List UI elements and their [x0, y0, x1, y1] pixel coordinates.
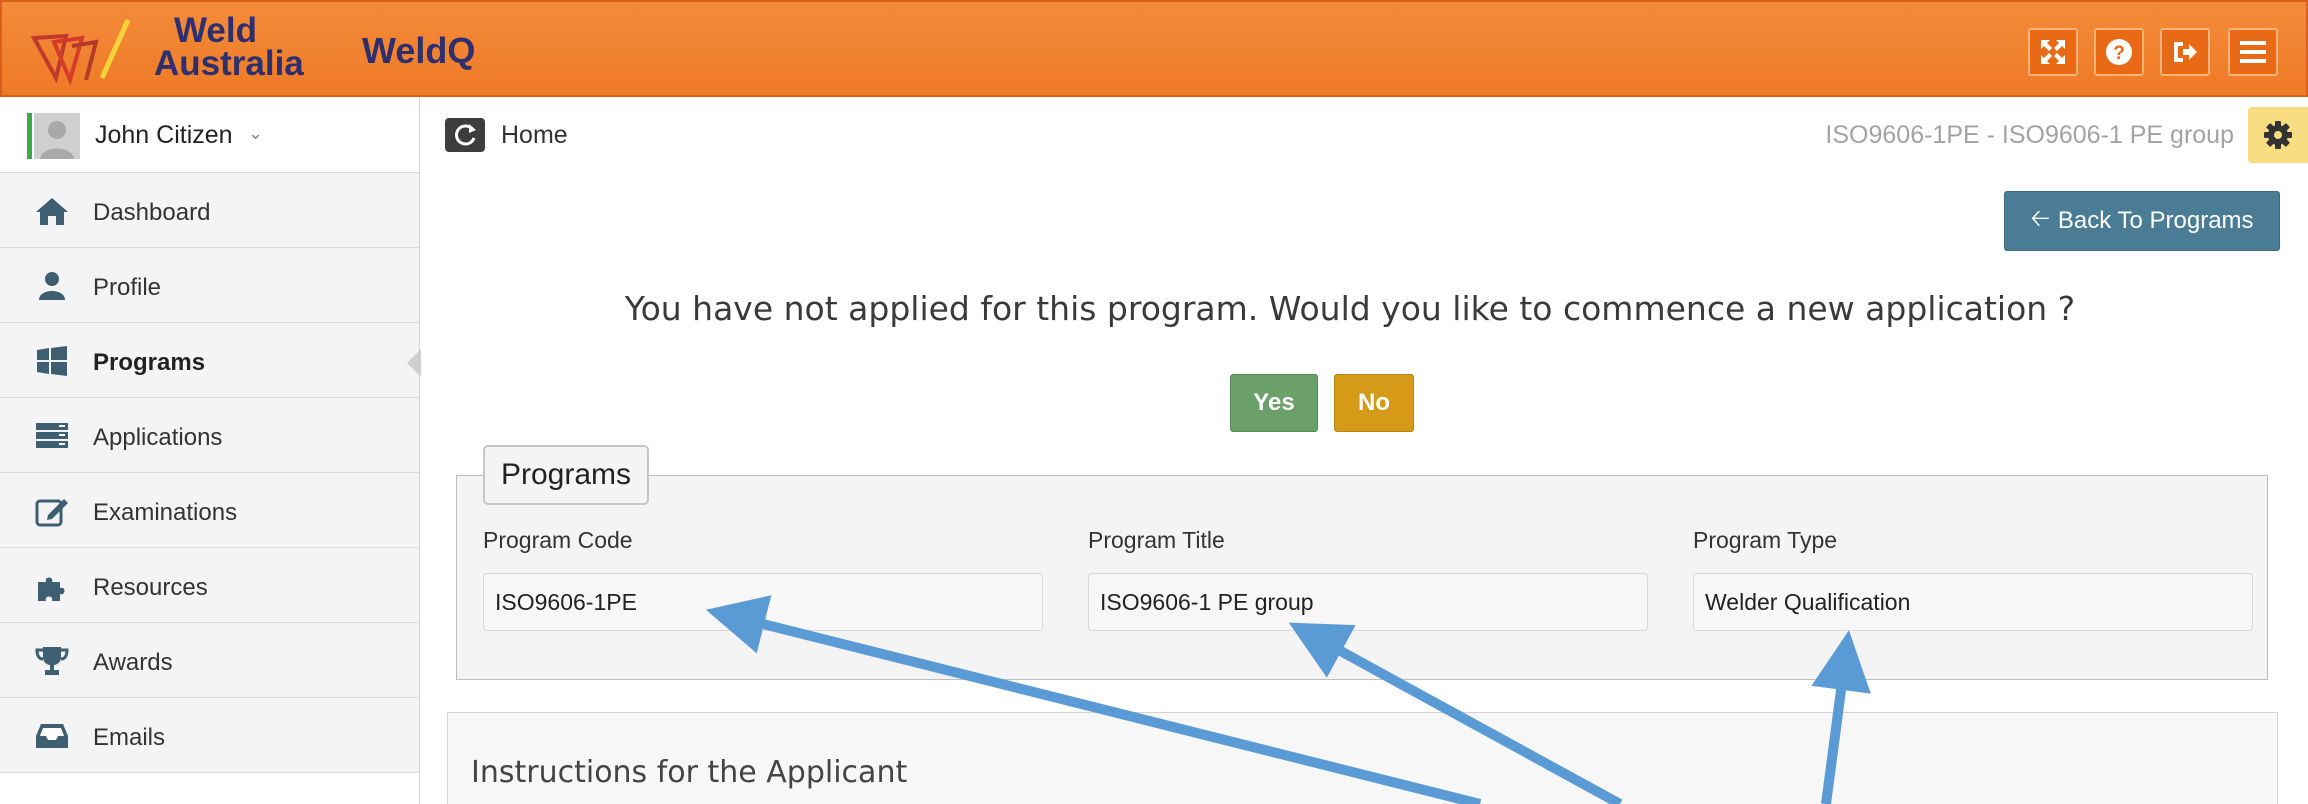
user-menu[interactable]: John Citizen ⌄ [0, 97, 419, 173]
menu-button[interactable] [2228, 28, 2278, 76]
fullscreen-button[interactable] [2028, 28, 2078, 76]
brand-line-2: Australia [154, 44, 304, 83]
sidebar-item-label: Examinations [93, 499, 238, 526]
sidebar-item-applications[interactable]: Applications [0, 398, 419, 473]
app-header: Weld Australia WeldQ ? [0, 0, 2308, 97]
inbox-icon [36, 724, 68, 748]
settings-button[interactable] [2248, 107, 2308, 163]
yes-button[interactable]: Yes [1230, 374, 1318, 432]
trophy-icon [35, 647, 69, 675]
active-caret [407, 349, 421, 377]
fieldset-legend: Programs [483, 445, 650, 505]
logout-button[interactable] [2160, 28, 2210, 76]
sidebar-item-label: Dashboard [93, 199, 211, 226]
sidebar-item-examinations[interactable]: Examinations [0, 473, 419, 548]
program-code-label: Program Code [483, 527, 633, 553]
status-bar [27, 113, 32, 159]
home-icon [36, 198, 68, 225]
avatar [34, 113, 80, 159]
user-icon [39, 272, 65, 300]
back-to-programs-button[interactable]: 🡠 Back To Programs [2004, 191, 2280, 251]
apply-question: You have not applied for this program. W… [624, 289, 2076, 328]
gear-icon [2264, 121, 2292, 149]
sidebar-item-label: Programs [93, 349, 206, 376]
sidebar-item-emails[interactable]: Emails [0, 698, 419, 773]
no-button[interactable]: No [1334, 374, 1414, 432]
user-name: John Citizen [95, 121, 233, 149]
sidebar-item-label: Emails [93, 724, 166, 751]
sidebar-item-programs[interactable]: Programs [0, 323, 421, 398]
sidebar-item-awards[interactable]: Awards [0, 623, 419, 698]
instructions-title: Instructions for the Applicant [471, 755, 908, 790]
program-heading: ISO9606-1PE - ISO9606-1 PE group [1825, 121, 2234, 149]
breadcrumb[interactable]: Home [501, 121, 568, 150]
fullscreen-icon [2041, 40, 2065, 64]
sidebar-item-dashboard[interactable]: Dashboard [0, 173, 419, 248]
refresh-button[interactable] [445, 118, 485, 152]
main-content: Home ISO9606-1PE - ISO9606-1 PE group 🡠 … [421, 97, 2308, 804]
edit-icon [35, 499, 68, 527]
program-type-label: Program Type [1693, 527, 1838, 553]
chevron-down-icon: ⌄ [248, 123, 264, 143]
help-icon: ? [2106, 39, 2132, 65]
help-button[interactable]: ? [2094, 28, 2144, 76]
svg-text:?: ? [2113, 43, 2125, 64]
sidebar-item-label: Awards [93, 649, 173, 676]
program-code-field[interactable]: ISO9606-1PE [483, 573, 1043, 631]
weld-australia-logo [30, 18, 131, 86]
sidebar-item-label: Resources [93, 574, 208, 601]
app-name: WeldQ [362, 30, 476, 71]
user-silhouette-icon [34, 113, 80, 159]
windows-icon [37, 346, 67, 376]
sidebar-item-resources[interactable]: Resources [0, 548, 419, 623]
arrow-left-icon: 🡠 [2030, 204, 2050, 232]
program-title-label: Program Title [1088, 527, 1225, 553]
puzzle-icon [38, 577, 65, 601]
logout-icon [2174, 42, 2197, 62]
server-icon [36, 423, 68, 448]
brand-name: Weld Australia [154, 11, 304, 83]
sidebar-item-label: Applications [93, 424, 223, 451]
back-button-label: Back To Programs [2057, 207, 2254, 234]
menu-icon [2240, 41, 2266, 63]
program-type-field[interactable]: Welder Qualification [1693, 573, 2253, 631]
sidebar: John Citizen ⌄ Dashboard Profile Program… [0, 97, 421, 804]
sidebar-nav: Dashboard Profile Programs Applications … [0, 173, 421, 773]
refresh-icon [455, 124, 476, 146]
brand-line-1: Weld [174, 11, 257, 50]
sidebar-item-profile[interactable]: Profile [0, 248, 419, 323]
sidebar-item-label: Profile [93, 274, 162, 301]
program-title-field[interactable]: ISO9606-1 PE group [1088, 573, 1648, 631]
